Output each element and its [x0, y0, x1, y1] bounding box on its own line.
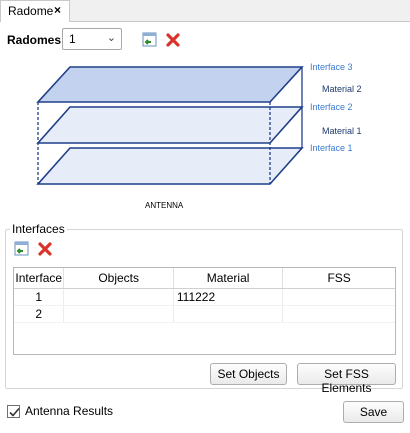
- add-interface-button[interactable]: [13, 240, 31, 258]
- interface-1-label: Interface 1: [310, 143, 353, 153]
- column-header-material[interactable]: Material: [173, 268, 284, 289]
- radomes-label: Radomes:: [7, 33, 66, 47]
- add-radome-button[interactable]: [141, 31, 159, 49]
- cell-material[interactable]: [173, 305, 284, 323]
- chevron-down-icon: ⌄: [106, 32, 116, 44]
- material-1-label: Material 1: [322, 126, 362, 136]
- cell-objects[interactable]: [63, 305, 174, 323]
- interface-3-label: Interface 3: [310, 62, 353, 72]
- table-header-row: Interface Objects Material FSS: [14, 268, 395, 289]
- tab-label: Radome: [8, 4, 54, 18]
- table-row[interactable]: 2: [14, 305, 395, 323]
- radomes-selected-value: 1: [69, 32, 76, 46]
- column-header-objects[interactable]: Objects: [63, 268, 174, 289]
- interface-2-label: Interface 2: [310, 102, 353, 112]
- table-row[interactable]: 1 111222: [14, 288, 395, 306]
- close-icon[interactable]: ×: [54, 3, 61, 17]
- delete-icon: [38, 242, 52, 256]
- delete-icon: [166, 33, 180, 47]
- radomes-select[interactable]: 1 ⌄: [62, 28, 122, 50]
- tab-radome[interactable]: Radome ×: [0, 0, 70, 22]
- column-header-fss[interactable]: FSS: [282, 268, 395, 289]
- set-objects-button[interactable]: Set Objects: [210, 363, 287, 385]
- antenna-results-checkbox-row[interactable]: Antenna Results: [7, 404, 113, 418]
- antenna-results-checkbox[interactable]: [7, 404, 20, 418]
- cell-objects[interactable]: [63, 288, 174, 306]
- cell-material[interactable]: 111222: [173, 288, 284, 306]
- interfaces-title: Interfaces: [10, 222, 67, 236]
- tab-bar: Radome ×: [0, 0, 410, 22]
- checkmark-icon: [9, 407, 20, 417]
- material-2-label: Material 2: [322, 84, 362, 94]
- cell-fss[interactable]: [282, 288, 395, 306]
- add-table-icon: [14, 241, 29, 256]
- interfaces-table[interactable]: Interface Objects Material FSS 1 111222 …: [13, 267, 396, 355]
- save-button[interactable]: Save: [343, 401, 404, 423]
- cell-interface[interactable]: 1: [14, 288, 65, 306]
- delete-interface-button[interactable]: [36, 240, 54, 258]
- interface-1-plane: [36, 147, 304, 185]
- interface-2-plane: [36, 106, 304, 144]
- set-fss-elements-button[interactable]: Set FSS Elements: [297, 363, 396, 395]
- antenna-results-label: Antenna Results: [25, 404, 114, 418]
- cell-interface[interactable]: 2: [14, 305, 65, 323]
- column-header-interface[interactable]: Interface: [14, 268, 65, 289]
- cell-fss[interactable]: [282, 305, 395, 323]
- antenna-label: ANTENNA: [145, 201, 184, 210]
- interface-3-plane: [36, 66, 304, 103]
- interfaces-groupbox: Interfaces Interface Objects Material FS…: [5, 222, 403, 395]
- add-table-icon: [142, 32, 157, 47]
- radome-layer-diagram: Interface 3 Material 2 Interface 2 Mater…: [36, 62, 362, 210]
- delete-radome-button[interactable]: [164, 31, 182, 49]
